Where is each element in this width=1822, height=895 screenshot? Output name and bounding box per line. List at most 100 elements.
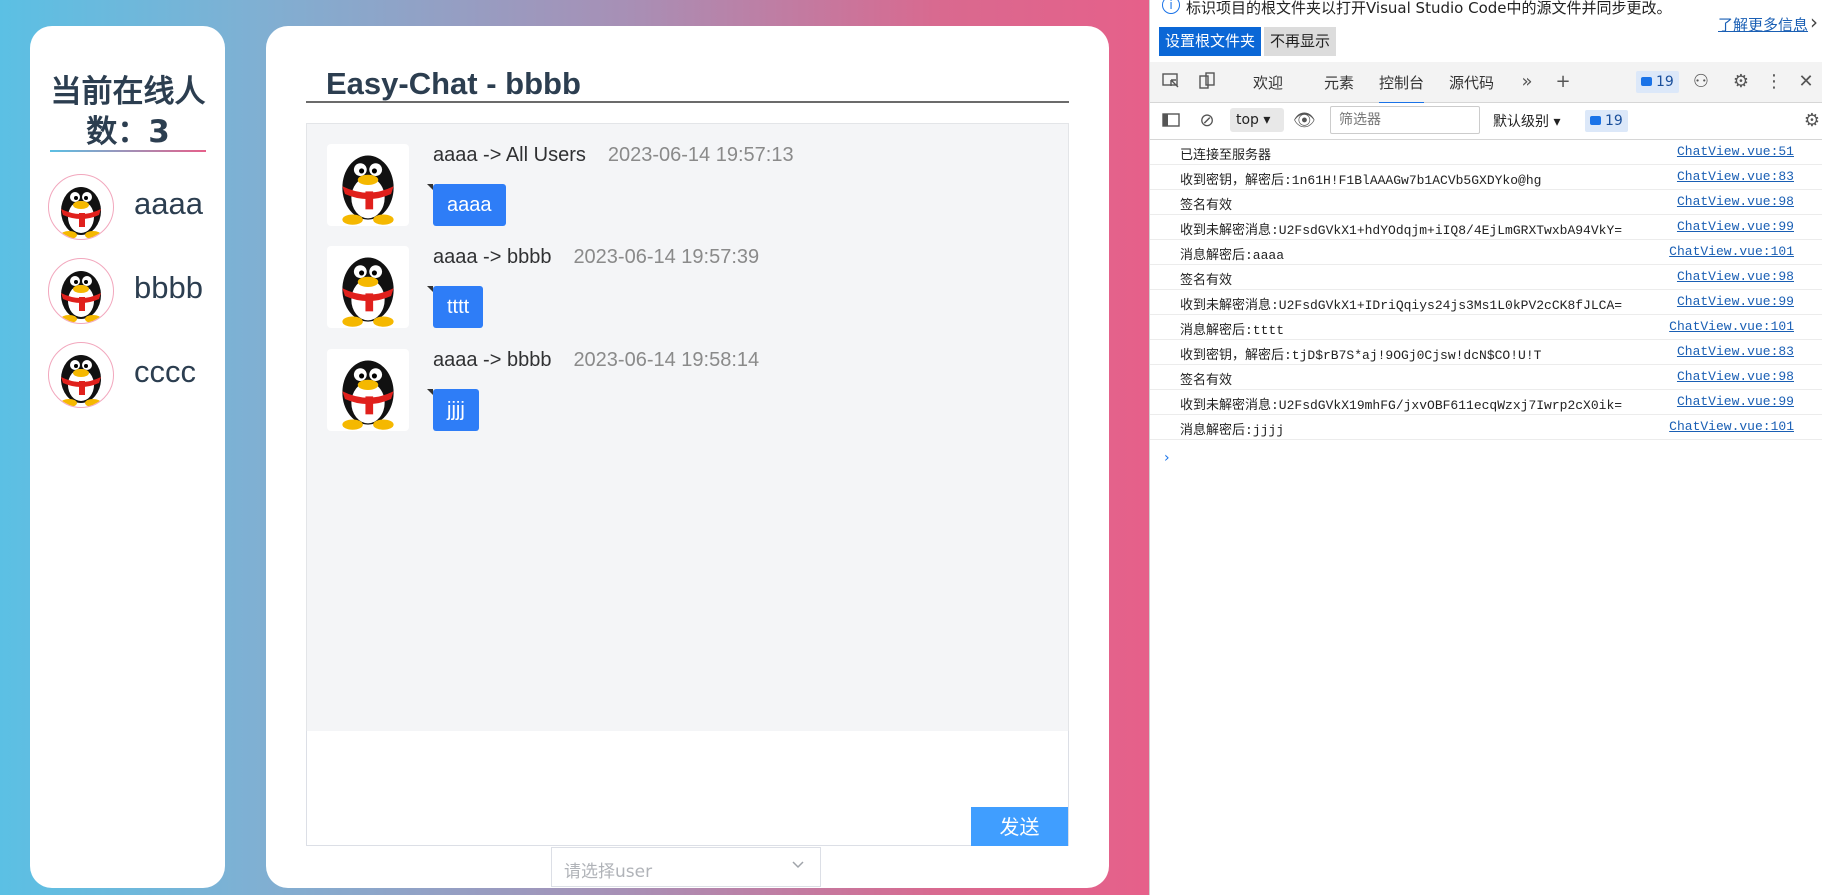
log-source-link[interactable]: ChatView.vue:83: [1677, 169, 1794, 184]
console-log-row: 签名有效 ChatView.vue:98: [1150, 265, 1822, 290]
tab-welcome[interactable]: 欢迎: [1253, 72, 1283, 93]
filter-input[interactable]: [1330, 106, 1480, 134]
message-list[interactable]: aaaa -> All Users 2023-06-14 19:57:13 aaa…: [306, 123, 1069, 733]
gear-icon[interactable]: ⚙: [1730, 71, 1752, 93]
console-log-row: 已连接至服务器 ChatView.vue:51: [1150, 140, 1822, 165]
log-message: 已连接至服务器: [1180, 148, 1272, 163]
tab-console[interactable]: 控制台: [1379, 72, 1425, 104]
set-root-folder-button[interactable]: 设置根文件夹: [1159, 27, 1262, 56]
chat-title: Easy-Chat - bbbb: [326, 66, 581, 101]
log-source-link[interactable]: ChatView.vue:98: [1677, 194, 1794, 209]
online-user-item[interactable]: bbbb: [48, 258, 218, 328]
log-source-link[interactable]: ChatView.vue:99: [1677, 394, 1794, 409]
devtools-tab-bar: 欢迎 元素 控制台 源代码 » + 19 ⚇ ⚙ ⋮ ✕: [1150, 62, 1822, 104]
message-bubble: jjjj: [427, 389, 479, 431]
send-button[interactable]: 发送: [971, 807, 1068, 846]
console-log-row: 消息解密后:tttt ChatView.vue:101: [1150, 315, 1822, 340]
log-message: 消息解密后:aaaa: [1180, 248, 1285, 263]
learn-more-link[interactable]: 了解更多信息: [1718, 14, 1808, 35]
log-source-link[interactable]: ChatView.vue:98: [1677, 269, 1794, 284]
tab-sources[interactable]: 源代码: [1449, 72, 1494, 93]
log-source-link[interactable]: ChatView.vue:51: [1677, 144, 1794, 159]
log-message: 签名有效: [1180, 198, 1233, 213]
log-source-link[interactable]: ChatView.vue:99: [1677, 219, 1794, 234]
online-user-name: aaaa: [134, 186, 203, 221]
log-message: 收到密钥，解密后:1n61H!F1BlAAAGw7b1ACVb5GXDYko@h…: [1180, 173, 1542, 188]
console-toolbar: ⊘ top ▾ 👁 默认级别 ▾ 19 ⚙: [1150, 103, 1822, 140]
log-source-link[interactable]: ChatView.vue:99: [1677, 294, 1794, 309]
log-source-link[interactable]: ChatView.vue:101: [1669, 244, 1794, 259]
log-source-link[interactable]: ChatView.vue:101: [1669, 419, 1794, 434]
console-log-row: 收到密钥，解密后:1n61H!F1BlAAAGw7b1ACVb5GXDYko@h…: [1150, 165, 1822, 190]
dont-show-again-button[interactable]: 不再显示: [1264, 27, 1337, 56]
console-prompt[interactable]: ›: [1164, 450, 1170, 466]
add-tab-icon[interactable]: +: [1552, 71, 1574, 93]
inspect-element-icon[interactable]: [1160, 71, 1182, 93]
connections-icon[interactable]: ⚇: [1690, 71, 1712, 93]
context-value: top: [1236, 112, 1259, 128]
message-time: 2023-06-14 19:57:13: [607, 144, 794, 166]
message-time: 2023-06-14 19:57:39: [573, 246, 760, 268]
log-message: 收到未解密消息:U2FsdGVkX1+hdYOdqjm+iIQ8/4EjLmGR…: [1180, 223, 1623, 238]
log-source-link[interactable]: ChatView.vue:101: [1669, 319, 1794, 334]
info-icon: i: [1162, 0, 1180, 14]
console-messages-badge[interactable]: 19: [1585, 110, 1628, 132]
console-log-list[interactable]: 已连接至服务器 ChatView.vue:51 收到密钥，解密后:1n61H!F1…: [1150, 140, 1822, 440]
eye-icon[interactable]: 👁: [1293, 110, 1316, 132]
clear-console-icon[interactable]: ⊘: [1196, 110, 1218, 132]
close-icon[interactable]: ›: [1810, 10, 1818, 34]
online-count-title: 当前在线人数：3: [50, 74, 206, 150]
console-settings-gear-icon[interactable]: ⚙: [1801, 110, 1822, 132]
online-user-item[interactable]: aaaa: [48, 174, 218, 244]
user-select-dropdown[interactable]: 请选择user: [551, 847, 821, 887]
message-bubble: tttt: [426, 286, 484, 328]
close-devtools-icon[interactable]: ✕: [1795, 71, 1817, 93]
log-source-link[interactable]: ChatView.vue:98: [1677, 369, 1794, 384]
penguin-avatar-icon: [48, 174, 114, 240]
message-item: aaaa -> bbbb 2023-06-14 19:57:39 tttt: [327, 246, 1027, 336]
message-header: aaaa -> bbbb 2023-06-14 19:58:14: [433, 349, 759, 372]
chat-card: Easy-Chat - bbbb aaaa -> All Users 2023-0…: [266, 26, 1109, 888]
context-select[interactable]: top ▾: [1230, 108, 1284, 132]
console-log-row: 收到密钥，解密后:tjD$rB7S*aj!9OGj0Cjsw!dcN$CO!U!…: [1150, 340, 1822, 365]
devtools-panel: i 标识项目的根文件夹以打开Visual Studio Code中的源文件并同步…: [1149, 0, 1822, 895]
chevron-down-icon: [792, 861, 804, 869]
penguin-avatar-icon: [48, 258, 114, 324]
log-message: 消息解密后:jjjj: [1180, 423, 1285, 438]
penguin-avatar-icon: [327, 246, 409, 328]
message-sender: aaaa -> All Users: [433, 144, 586, 166]
online-user-item[interactable]: cccc: [48, 342, 218, 412]
console-log-row: 签名有效 ChatView.vue:98: [1150, 365, 1822, 390]
log-message: 签名有效: [1180, 273, 1233, 288]
penguin-avatar-icon: [48, 342, 114, 408]
console-log-row: 签名有效 ChatView.vue:98: [1150, 190, 1822, 215]
console-log-row: 收到未解密消息:U2FsdGVkX19mhFG/jxvOBF611ecqWzxj…: [1150, 390, 1822, 415]
online-user-name: cccc: [134, 354, 196, 389]
device-emulation-icon[interactable]: [1196, 71, 1218, 93]
console-log-row: 消息解密后:jjjj ChatView.vue:101: [1150, 415, 1822, 440]
online-user-name: bbbb: [134, 270, 203, 305]
log-level-select[interactable]: 默认级别 ▾: [1493, 111, 1560, 131]
more-options-icon[interactable]: ⋮: [1763, 71, 1785, 93]
log-message: 消息解密后:tttt: [1180, 323, 1285, 338]
log-level-value: 默认级别: [1493, 114, 1549, 130]
sidebar-toggle-icon[interactable]: [1160, 110, 1182, 132]
log-source-link[interactable]: ChatView.vue:83: [1677, 344, 1794, 359]
tab-elements[interactable]: 元素: [1324, 72, 1354, 93]
message-time: 2023-06-14 19:58:14: [573, 349, 760, 371]
message-header: aaaa -> All Users 2023-06-14 19:57:13: [433, 144, 794, 167]
user-select-placeholder: 请选择user: [564, 862, 653, 882]
issues-badge[interactable]: 19: [1636, 71, 1679, 93]
info-bar: i 标识项目的根文件夹以打开Visual Studio Code中的源文件并同步…: [1150, 0, 1822, 63]
message-header: aaaa -> bbbb 2023-06-14 19:57:39: [433, 246, 759, 269]
title-underline: [50, 150, 206, 152]
console-log-row: 消息解密后:aaaa ChatView.vue:101: [1150, 240, 1822, 265]
console-log-row: 收到未解密消息:U2FsdGVkX1+IDriQqiys24js3Ms1L0kP…: [1150, 290, 1822, 315]
message-item: aaaa -> bbbb 2023-06-14 19:58:14 jjjj: [327, 349, 1027, 439]
log-message: 收到未解密消息:U2FsdGVkX1+IDriQqiys24js3Ms1L0kP…: [1180, 298, 1623, 313]
penguin-avatar-icon: [327, 144, 409, 226]
message-input[interactable]: [306, 731, 1069, 846]
message-sender: aaaa -> bbbb: [433, 246, 552, 268]
log-message: 收到密钥，解密后:tjD$rB7S*aj!9OGj0Cjsw!dcN$CO!U!…: [1180, 348, 1542, 363]
more-tabs-icon[interactable]: »: [1516, 71, 1538, 93]
